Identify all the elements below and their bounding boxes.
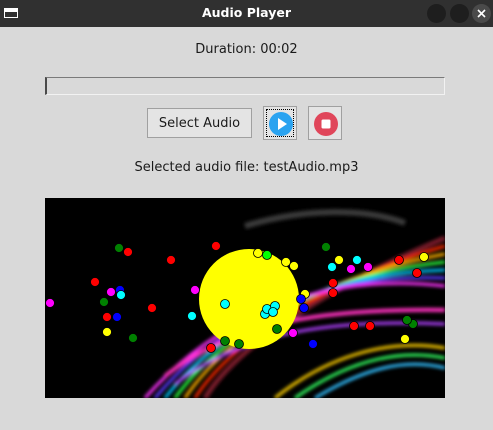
visualizer-canvas	[45, 209, 446, 400]
window-title: Audio Player	[201, 5, 292, 20]
visualizer-dot	[334, 255, 344, 265]
visualizer-dot	[400, 334, 410, 344]
visualizer-dot	[281, 257, 291, 267]
visualizer-dot	[412, 268, 422, 278]
visualizer-dot	[190, 285, 200, 295]
play-button[interactable]	[263, 106, 297, 140]
play-icon	[269, 112, 293, 136]
select-audio-button[interactable]: Select Audio	[147, 108, 252, 138]
visualizer-dot	[328, 288, 338, 298]
visualizer	[45, 198, 446, 400]
visualizer-dot	[419, 252, 429, 262]
visualizer-dot	[299, 303, 309, 313]
duration-label: Duration: 00:02	[195, 42, 298, 57]
visualizer-dot	[288, 328, 298, 338]
visualizer-dot	[289, 261, 299, 271]
visualizer-dot	[321, 242, 331, 252]
visualizer-dot	[45, 298, 55, 308]
visualizer-dot	[166, 255, 176, 265]
visualizer-dot	[327, 262, 337, 272]
visualizer-dot	[112, 312, 122, 322]
visualizer-dot	[116, 290, 126, 300]
visualizer-dot	[102, 327, 112, 337]
close-button[interactable]	[472, 4, 491, 23]
visualizer-dot	[308, 339, 318, 349]
progress-bar	[45, 77, 445, 95]
visualizer-dot	[296, 294, 306, 304]
stop-button[interactable]	[308, 106, 342, 140]
visualizer-dot	[349, 321, 359, 331]
visualizer-dot	[253, 248, 263, 258]
visualizer-dot	[272, 324, 282, 334]
visualizer-dot	[211, 241, 221, 251]
maximize-button[interactable]	[450, 4, 469, 23]
visualizer-dot	[220, 336, 230, 346]
visualizer-dot	[123, 247, 133, 257]
visualizer-dot	[262, 250, 272, 260]
title-bar: Audio Player	[0, 0, 493, 27]
selected-file-label: Selected audio file: testAudio.mp3	[134, 160, 359, 175]
minimize-button[interactable]	[427, 4, 446, 23]
visualizer-dot	[206, 343, 216, 353]
close-icon	[477, 9, 486, 18]
visualizer-dot	[402, 315, 412, 325]
visualizer-dot	[99, 297, 109, 307]
visualizer-dot	[268, 307, 278, 317]
visualizer-dot	[234, 339, 244, 349]
visualizer-dot	[90, 277, 100, 287]
visualizer-dot	[187, 311, 197, 321]
visualizer-dot	[328, 278, 338, 288]
visualizer-dot	[365, 321, 375, 331]
visualizer-dot	[114, 243, 124, 253]
visualizer-dot	[363, 262, 373, 272]
visualizer-dot	[346, 264, 356, 274]
visualizer-dot	[352, 255, 362, 265]
visualizer-dot	[128, 333, 138, 343]
visualizer-dot	[106, 287, 116, 297]
visualizer-dot	[394, 255, 404, 265]
visualizer-dot	[220, 299, 230, 309]
visualizer-dot	[147, 303, 157, 313]
stop-icon	[314, 112, 338, 136]
visualizer-dot	[102, 312, 112, 322]
